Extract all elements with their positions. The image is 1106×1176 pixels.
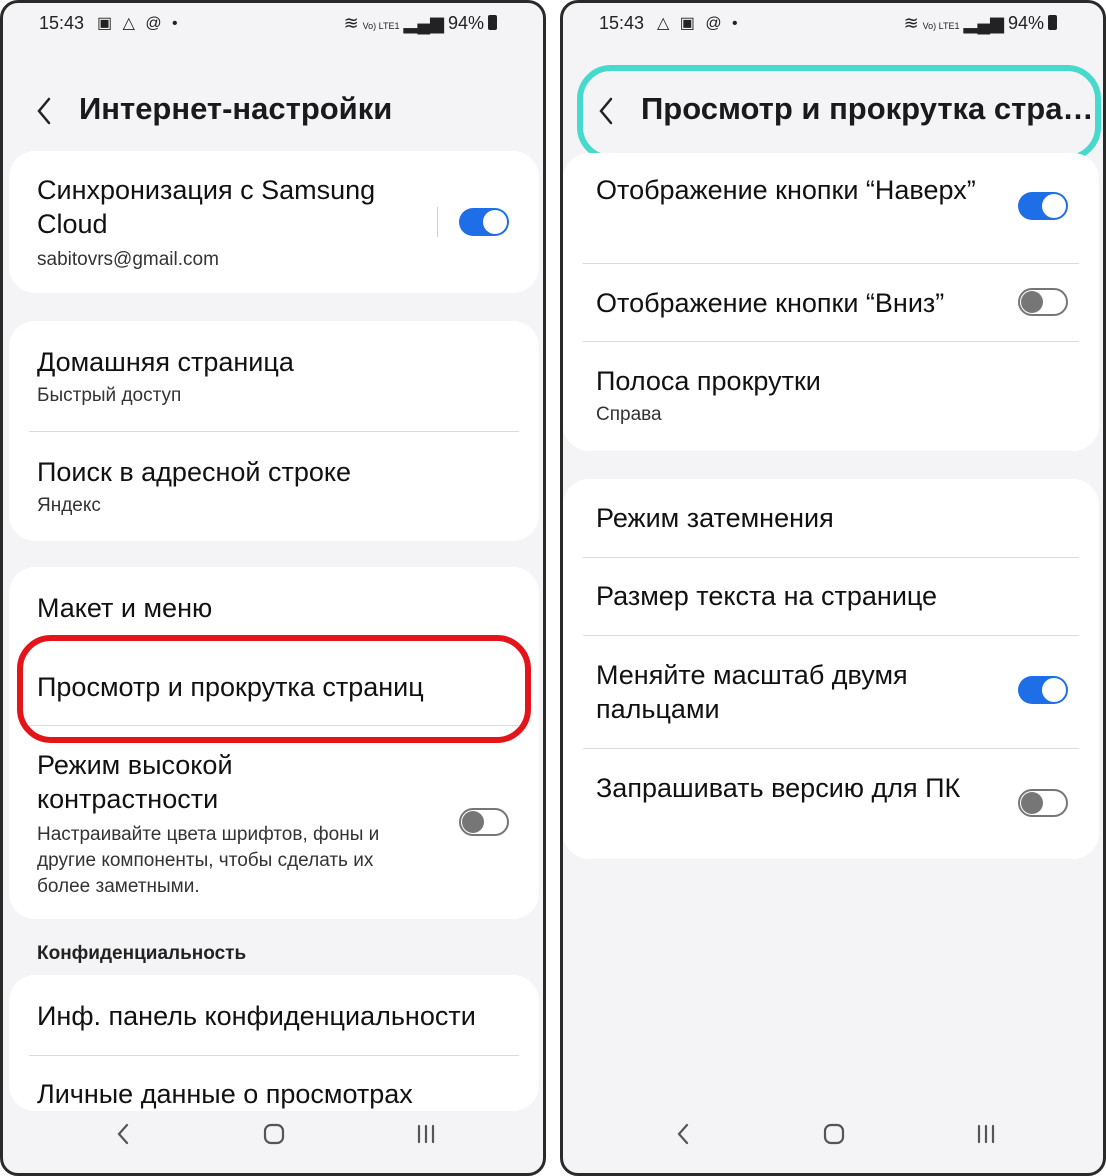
network-type: Vo) LTE1 (362, 21, 400, 31)
battery-level: 94% (1007, 13, 1044, 33)
toggle-knob (1042, 194, 1066, 218)
top-button-toggle[interactable] (1018, 192, 1068, 220)
status-time: 15:43 (599, 13, 645, 33)
navigation-bar (3, 1103, 543, 1173)
scrollbar-row[interactable]: Полоса прокрутки Справа (563, 342, 1099, 451)
nav-recent-icon[interactable] (971, 1119, 1001, 1149)
wifi-icon: ≋ (343, 13, 359, 33)
address-search-title: Поиск в адресной строке (37, 457, 352, 487)
battery-icon (1048, 15, 1057, 30)
scroll-buttons-card: Отображение кнопки “Наверх” Отображение … (563, 153, 1099, 451)
text-size-row[interactable]: Размер текста на странице (563, 558, 1099, 635)
scrollbar-subtitle: Справа (596, 404, 662, 425)
top-button-title: Отображение кнопки “Наверх” (596, 175, 976, 205)
vertical-divider (437, 207, 438, 237)
address-search-subtitle: Яндекс (37, 495, 101, 516)
view-scroll-row[interactable]: Просмотр и прокрутка страниц (9, 647, 539, 725)
pinch-zoom-title: Меняйте масштаб двумя пальцами (596, 660, 908, 724)
sync-toggle[interactable] (459, 208, 509, 236)
nav-back-icon[interactable] (108, 1119, 138, 1149)
page-title: Интернет-настройки (79, 91, 393, 126)
high-contrast-toggle[interactable] (459, 808, 509, 836)
top-button-row[interactable]: Отображение кнопки “Наверх” (563, 153, 1099, 263)
nav-back-icon[interactable] (668, 1119, 698, 1149)
scrollbar-title: Полоса прокрутки (596, 366, 821, 396)
view-scroll-title: Просмотр и прокрутка страниц (37, 672, 424, 702)
text-size-title: Размер текста на странице (596, 581, 938, 611)
status-time: 15:43 (39, 13, 85, 33)
chevron-left-icon[interactable] (33, 95, 57, 127)
network-type: Vo) LTE1 (922, 21, 960, 31)
signal-icon: ▂▄▆ (403, 13, 444, 33)
home-page-title: Домашняя страница (37, 347, 294, 377)
page-title: Просмотр и прокрутка страниц (641, 91, 1097, 126)
layout-menu-row[interactable]: Макет и меню (9, 567, 539, 647)
toggle-knob (1021, 792, 1043, 814)
desktop-version-title: Запрашивать версию для ПК (596, 773, 961, 803)
sync-row[interactable]: Синхронизация с Samsung Cloud sabitovrs@… (9, 151, 539, 293)
toggle-knob (1042, 678, 1066, 702)
nav-recent-icon[interactable] (411, 1119, 441, 1149)
home-page-row[interactable]: Домашняя страница Быстрый доступ (9, 321, 539, 431)
bottom-button-toggle[interactable] (1018, 288, 1068, 316)
high-contrast-row[interactable]: Режим высокой контрастности Настраивайте… (9, 726, 539, 919)
pinch-zoom-row[interactable]: Меняйте масштаб двумя пальцами (563, 636, 1099, 748)
display-card: Макет и меню Просмотр и прокрутка страни… (9, 567, 539, 919)
address-search-row[interactable]: Поиск в адресной строке Яндекс (9, 432, 539, 541)
battery-icon (488, 15, 497, 30)
sync-title: Синхронизация с Samsung Cloud (37, 175, 376, 239)
wifi-icon: ≋ (903, 13, 919, 33)
chevron-left-icon[interactable] (595, 95, 619, 127)
high-contrast-title: Режим высокой контрастности (37, 750, 233, 814)
toggle-knob (1021, 291, 1043, 313)
desktop-version-toggle[interactable] (1018, 789, 1068, 817)
pinch-zoom-toggle[interactable] (1018, 676, 1068, 704)
privacy-dashboard-title: Инф. панель конфиденциальности (37, 1001, 476, 1031)
desktop-version-row[interactable]: Запрашивать версию для ПК (563, 749, 1099, 859)
page-header: Просмотр и прокрутка страниц (595, 83, 1097, 139)
status-right: ≋ Vo) LTE1 ▂▄▆ 94% (340, 13, 497, 34)
right-phone-screen: 15:43 △ ▣ @ • ≋ Vo) LTE1 ▂▄▆ 94% Просмотр и… (560, 0, 1106, 1176)
sync-email: sabitovrs@gmail.com (37, 249, 219, 270)
layout-menu-title: Макет и меню (37, 593, 213, 623)
home-page-subtitle: Быстрый доступ (37, 385, 182, 406)
status-right: ≋ Vo) LTE1 ▂▄▆ 94% (900, 13, 1057, 34)
status-bar: 15:43 ▣ △ @ • ≋ Vo) LTE1 ▂▄▆ 94% (39, 13, 497, 39)
battery-level: 94% (447, 13, 484, 33)
left-phone-screen: 15:43 ▣ △ @ • ≋ Vo) LTE1 ▂▄▆ 94% Интернет-н… (0, 0, 546, 1176)
toggle-knob (462, 811, 484, 833)
home-search-card: Домашняя страница Быстрый доступ Поиск в… (9, 321, 539, 541)
toggle-knob (483, 210, 507, 234)
dim-mode-row[interactable]: Режим затемнения (563, 479, 1099, 557)
page-view-card: Режим затемнения Размер текста на страни… (563, 479, 1099, 859)
nav-home-icon[interactable] (259, 1119, 289, 1149)
sync-card: Синхронизация с Samsung Cloud sabitovrs@… (9, 151, 539, 293)
notification-icons: △ ▣ @ • (657, 15, 741, 32)
bottom-button-row[interactable]: Отображение кнопки “Вниз” (563, 264, 1099, 341)
high-contrast-description: Настраивайте цвета шрифтов, фоны и други… (37, 824, 380, 897)
bottom-button-title: Отображение кнопки “Вниз” (596, 288, 945, 318)
signal-icon: ▂▄▆ (963, 13, 1004, 33)
privacy-dashboard-row[interactable]: Инф. панель конфиденциальности (9, 975, 539, 1055)
navigation-bar (563, 1103, 1103, 1173)
nav-home-icon[interactable] (819, 1119, 849, 1149)
page-header: Интернет-настройки (33, 83, 523, 139)
privacy-section-header: Конфиденциальность (37, 943, 247, 964)
status-bar: 15:43 △ ▣ @ • ≋ Vo) LTE1 ▂▄▆ 94% (599, 13, 1057, 39)
dim-mode-title: Режим затемнения (596, 503, 834, 533)
privacy-card: Инф. панель конфиденциальности Личные да… (9, 975, 539, 1111)
notification-icons: ▣ △ @ • (97, 15, 181, 32)
